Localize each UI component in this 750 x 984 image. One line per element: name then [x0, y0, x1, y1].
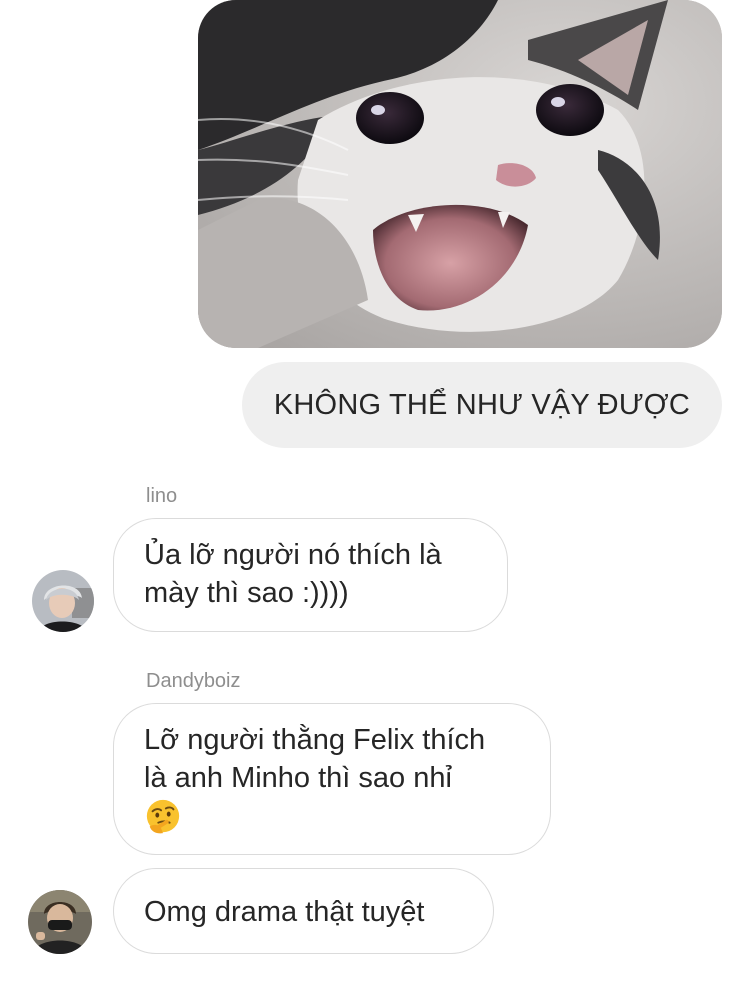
sent-message-text: KHÔNG THỂ NHƯ VẬY ĐƯỢC — [273, 388, 690, 421]
message-line: Lỡ người thằng Felix thích — [144, 724, 486, 756]
message-line: Omg drama thật tuyệt — [144, 896, 425, 928]
thinking-face-icon — [146, 800, 180, 834]
user-avatar-icon — [32, 570, 94, 632]
received-message-bubble[interactable]: Omg drama thật tuyệt — [113, 868, 494, 954]
sent-photo-message[interactable] — [198, 0, 722, 348]
received-message-bubble[interactable]: Ủa lỡ người nó thích là mày thì sao :)))… — [113, 518, 508, 632]
sender-name-dandyboiz: Dandyboiz — [146, 670, 241, 692]
avatar-dandyboiz[interactable] — [28, 890, 92, 954]
sent-message-bubble[interactable]: KHÔNG THỂ NHƯ VẬY ĐƯỢC — [241, 362, 722, 448]
received-message-bubble[interactable]: Lỡ người thằng Felix thích là anh Minho … — [113, 703, 551, 855]
crying-cat-photo — [198, 0, 722, 348]
avatar-lino[interactable] — [32, 570, 94, 632]
message-line: là anh Minho thì sao nhỉ — [144, 762, 452, 794]
message-line: Ủa lỡ người nó thích là — [144, 539, 442, 571]
user-avatar-icon — [28, 890, 92, 954]
emoji-line — [144, 797, 520, 836]
sender-name-lino: lino — [146, 485, 178, 507]
message-line: mày thì sao :)))) — [144, 577, 349, 609]
